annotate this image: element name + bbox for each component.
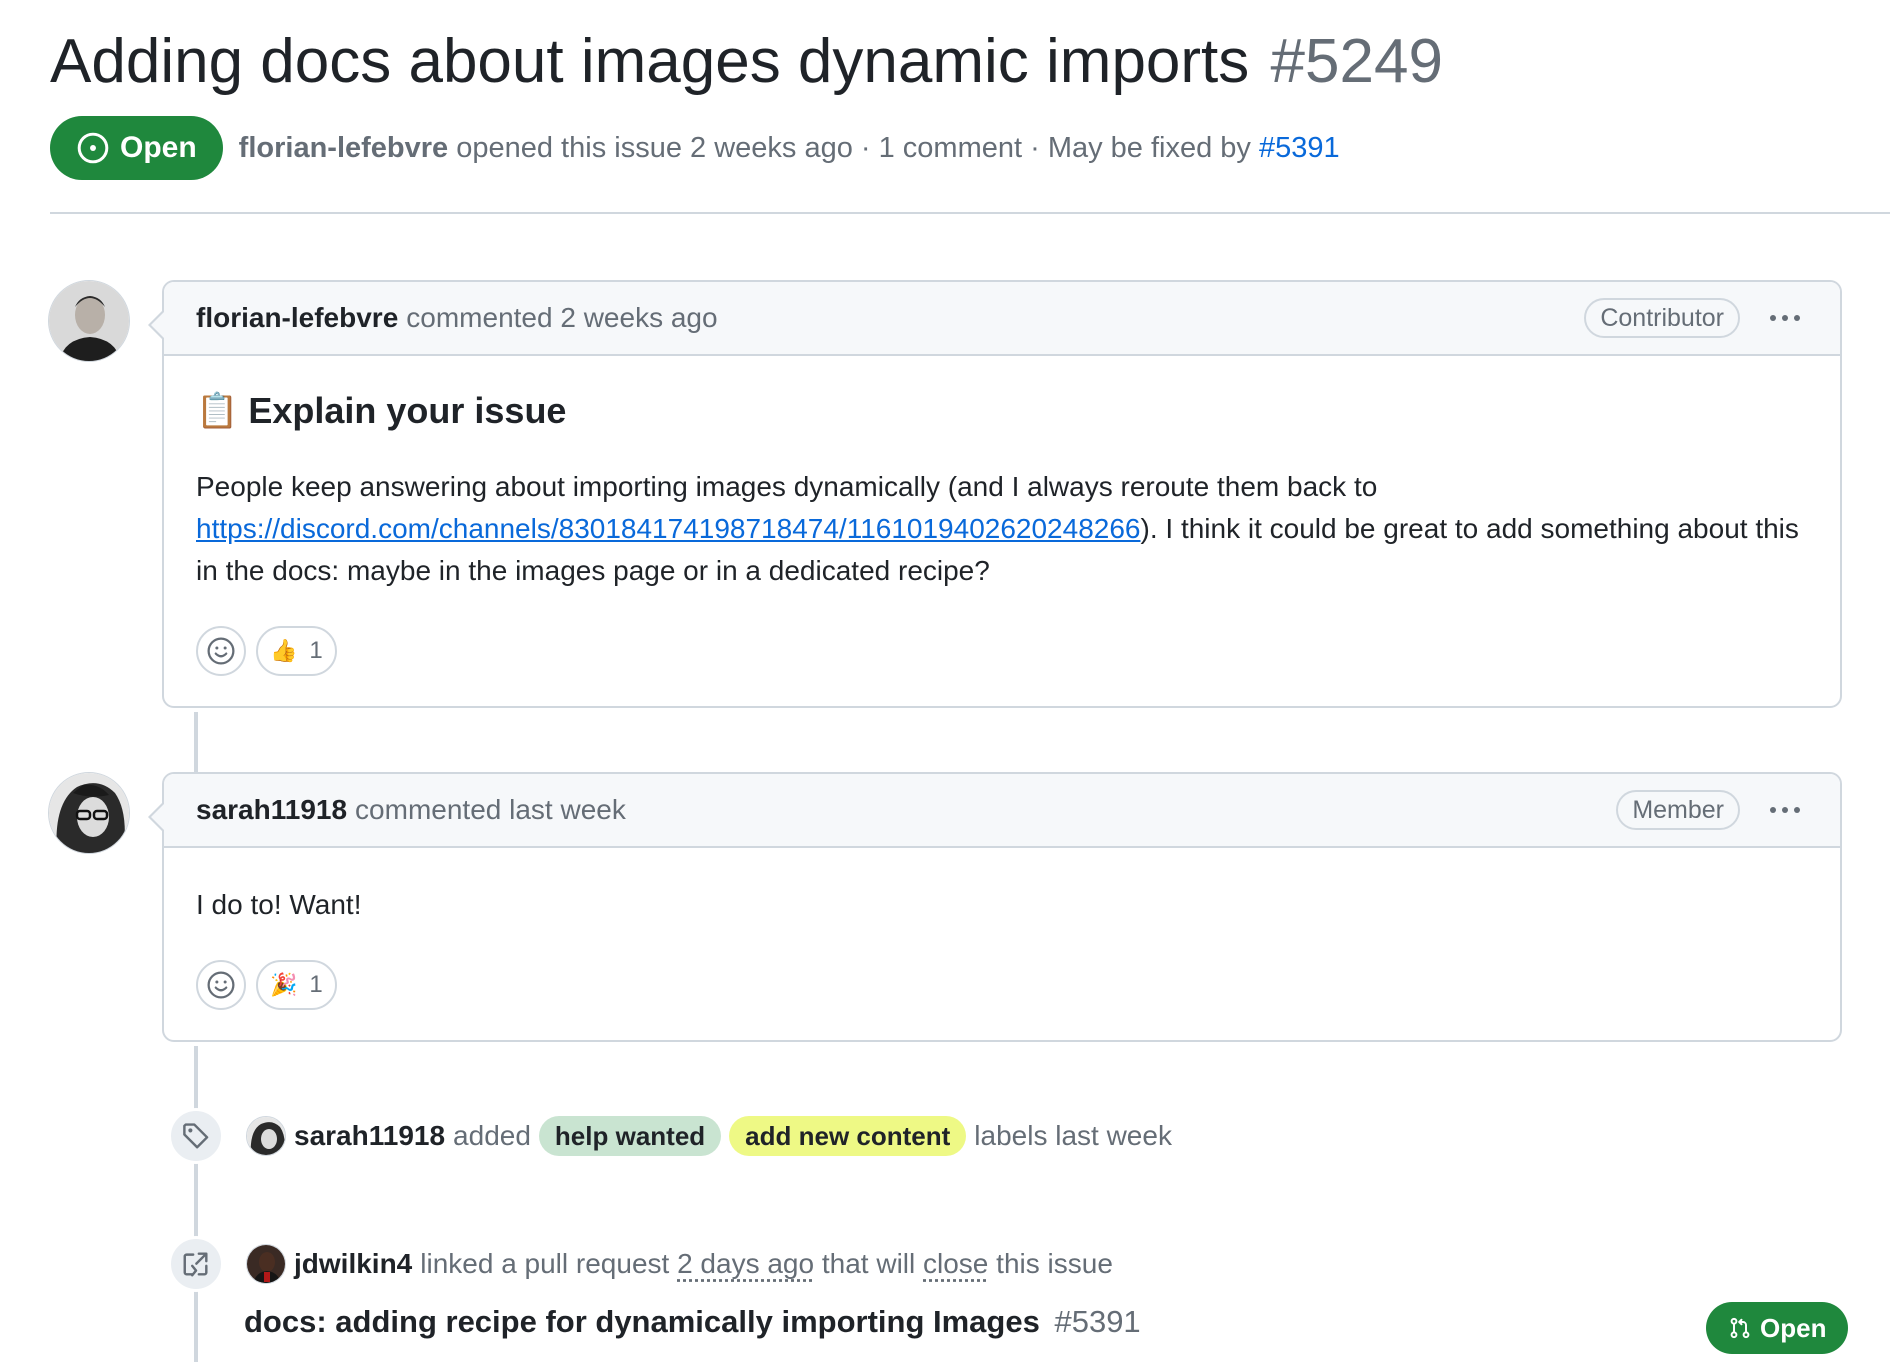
comment-text: People keep answering about importing im… [196,471,1378,502]
label-help-wanted[interactable]: help wanted [538,1116,722,1156]
pr-state-label: Open [1760,1312,1827,1343]
comment-author[interactable]: florian-lefebvre [196,302,398,334]
event-suffix: labels last week [974,1120,1172,1151]
smiley-icon [207,637,235,665]
comment-heading: 📋 Explain your issue [196,390,1808,432]
avatar[interactable] [48,772,130,854]
reactions: 🎉 1 [196,960,1808,1010]
event-icon-badge [168,1236,224,1292]
issue-meta-text: florian-lefebvre opened this issue 2 wee… [239,132,1340,165]
avatar[interactable] [48,280,130,362]
pr-number[interactable]: #5391 [1054,1304,1140,1339]
git-pull-request-icon [1730,1317,1750,1339]
fixed-by-link[interactable]: #5391 [1259,132,1340,164]
event-icon-badge [168,1108,224,1164]
event-text: that will [821,1248,916,1279]
comment-heading-text: Explain your issue [248,390,567,431]
thumbs-up-icon: 👍 [270,638,298,663]
event-author[interactable]: jdwilkin4 [294,1248,412,1280]
event-author[interactable]: sarah11918 [294,1120,445,1152]
comment-header: sarah11918 commented last week Member [164,774,1840,848]
issue-title-row: Adding docs about images dynamic imports… [50,22,1443,102]
comment-header: florian-lefebvre commented 2 weeks ago C… [164,282,1840,356]
issue-state-badge: Open [50,116,223,180]
issue-number: #5249 [1270,27,1443,96]
reactions: 👍 1 [196,626,1808,676]
issue-meta: Open florian-lefebvre opened this issue … [50,116,1340,180]
reaction-count: 1 [309,971,323,998]
clipboard-icon: 📋 [196,392,239,430]
avatar[interactable] [246,1116,286,1156]
comment-paragraph: I do to! Want! [196,889,362,920]
comment-paragraph: People keep answering about importing im… [196,466,1808,592]
pr-state-badge: Open [1706,1302,1849,1354]
labeled-event: sarah11918 added help wanted add new con… [168,1108,1172,1164]
add-reaction-button[interactable] [196,960,246,1010]
issue-state-label: Open [120,131,197,164]
comment-time[interactable]: commented last week [355,794,626,826]
event-time[interactable]: 2 days ago [677,1248,814,1280]
event-text: this issue [996,1248,1113,1279]
role-badge: Member [1616,790,1740,830]
add-reaction-button[interactable] [196,626,246,676]
event-text: linked a pull request [420,1248,670,1279]
label-add-new-content[interactable]: add new content [729,1116,967,1156]
cross-reference-event: jdwilkin4 linked a pull request 2 days a… [168,1236,1113,1292]
reaction-hooray[interactable]: 🎉 1 [256,960,337,1010]
issue-author-link[interactable]: florian-lefebvre [239,132,449,164]
discord-link[interactable]: https://discord.com/channels/83018417419… [196,513,1141,544]
avatar[interactable] [246,1244,286,1284]
issue-opened-icon [77,132,109,164]
issue-meta-opened: opened this issue 2 weeks ago · 1 commen… [456,131,1251,164]
tag-icon [183,1123,209,1149]
issue-title: Adding docs about images dynamic imports [50,27,1250,96]
timeline-line [194,712,198,776]
comment-card: florian-lefebvre commented 2 weeks ago C… [148,280,1842,708]
comment-time[interactable]: commented 2 weeks ago [406,302,717,334]
party-popper-icon: 🎉 [270,972,298,997]
comment-card: sarah11918 commented last week Member I … [148,772,1842,1042]
comment-body: I do to! Want! 🎉 1 [164,848,1840,1042]
header-divider [50,212,1890,214]
role-badge: Contributor [1584,298,1740,338]
reaction-thumbs-up[interactable]: 👍 1 [256,626,337,676]
smiley-icon [207,971,235,999]
comment-author[interactable]: sarah11918 [196,794,347,826]
kebab-horizontal-icon[interactable] [1762,807,1808,813]
pr-title-text[interactable]: docs: adding recipe for dynamically impo… [244,1304,1040,1339]
reaction-count: 1 [309,637,323,664]
timeline-line [194,1046,198,1362]
kebab-horizontal-icon[interactable] [1762,315,1808,321]
close-keyword[interactable]: close [923,1248,988,1280]
comment-body: 📋 Explain your issue People keep answeri… [164,356,1840,708]
cross-reference-icon [183,1252,208,1277]
event-action: added [453,1120,531,1151]
linked-pr-title[interactable]: docs: adding recipe for dynamically impo… [244,1304,1141,1340]
